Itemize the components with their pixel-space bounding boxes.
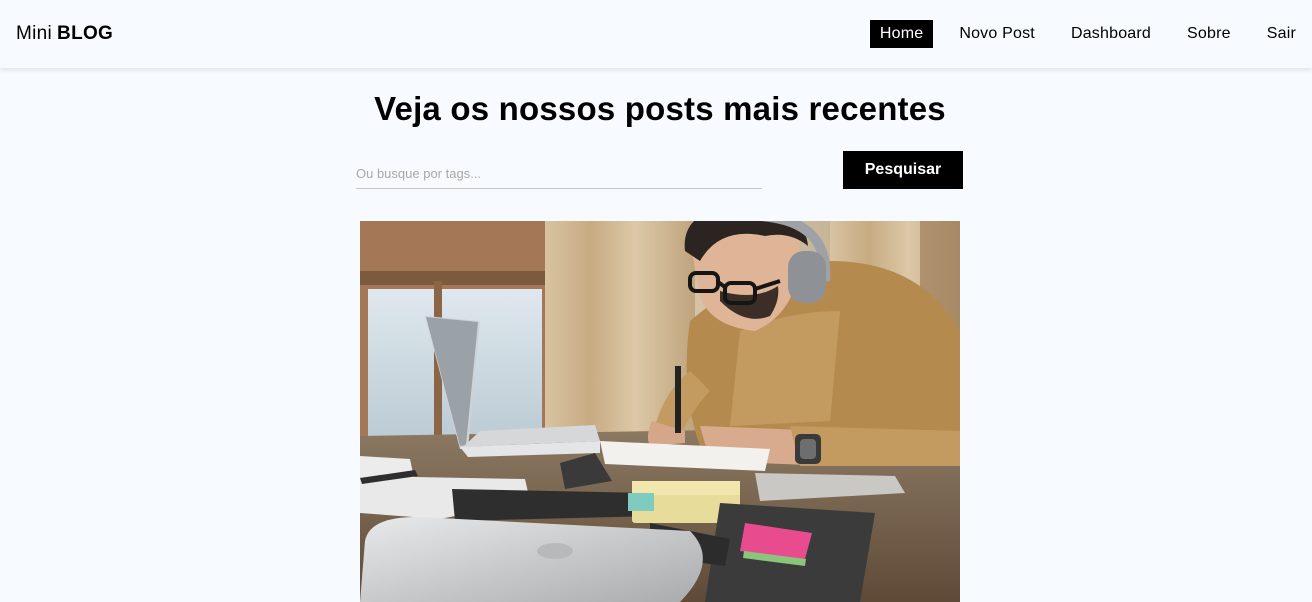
nav-link-sair[interactable]: Sair — [1257, 20, 1296, 48]
nav-link-sobre[interactable]: Sobre — [1177, 20, 1241, 48]
brand-light-text: Mini — [16, 23, 53, 44]
home-main: Veja os nossos posts mais recentes Pesqu… — [0, 68, 1312, 602]
post-photo-illustration — [360, 221, 960, 602]
search-input[interactable] — [356, 151, 762, 189]
nav-link-novo-post[interactable]: Novo Post — [949, 20, 1045, 48]
brand-bold-text: BLOG — [57, 23, 114, 44]
search-button[interactable]: Pesquisar — [843, 151, 963, 189]
post-image — [360, 221, 960, 602]
navbar: Mini BLOG Home Novo Post Dashboard Sobre… — [0, 0, 1312, 68]
page-title: Veja os nossos posts mais recentes — [374, 90, 946, 127]
nav-links: Home Novo Post Dashboard Sobre Sair — [854, 0, 1296, 68]
nav-link-dashboard[interactable]: Dashboard — [1061, 20, 1161, 48]
nav-link-home[interactable]: Home — [869, 20, 934, 48]
search-form: Pesquisar — [356, 151, 964, 189]
brand-logo[interactable]: Mini BLOG — [16, 23, 113, 45]
